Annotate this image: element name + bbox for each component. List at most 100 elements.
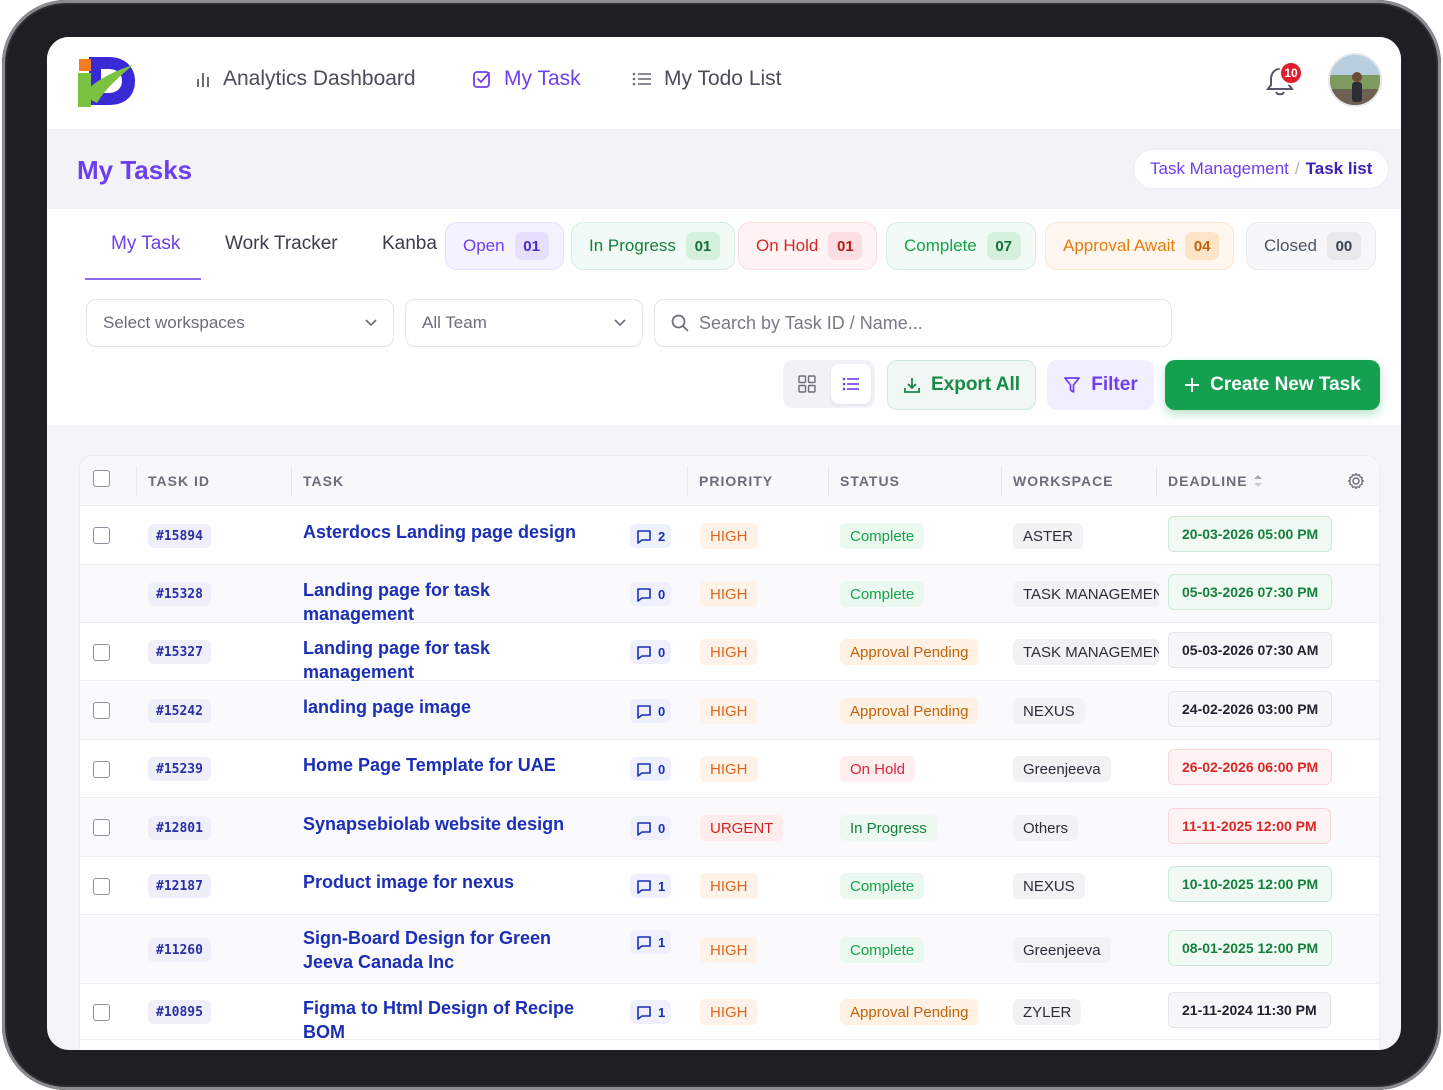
column-header-workspace[interactable]: WORKSPACE — [1013, 473, 1114, 489]
row-checkbox[interactable] — [93, 878, 110, 895]
column-divider — [136, 466, 137, 496]
sort-icon[interactable] — [1253, 474, 1263, 488]
task-name-link[interactable]: Landing page for task management — [303, 636, 603, 684]
task-id[interactable]: #12187 — [148, 874, 211, 898]
nav-label: My Todo List — [664, 67, 782, 90]
gear-icon[interactable] — [1347, 472, 1365, 490]
export-all-button[interactable]: Export All — [887, 360, 1036, 410]
task-name-link[interactable]: landing page image — [303, 695, 603, 719]
chip-label: Complete — [904, 236, 977, 255]
table-row[interactable]: #15239 Home Page Template for UAE 0 HIGH On… — [80, 740, 1379, 798]
breadcrumb-parent[interactable]: Task Management — [1150, 159, 1289, 179]
status-chip-closed[interactable]: Closed 00 — [1246, 222, 1376, 270]
task-id[interactable]: #10895 — [148, 1000, 211, 1024]
comment-icon — [637, 935, 651, 950]
deadline-badge: 11-11-2025 12:00 PM — [1168, 808, 1331, 844]
task-id[interactable]: #15328 — [148, 582, 211, 606]
table-row[interactable]: #12801 Synapsebiolab website design 0 URGE… — [80, 798, 1379, 857]
comment-count[interactable]: 0 — [630, 816, 672, 840]
deadline-badge: 10-10-2025 12:00 PM — [1168, 866, 1333, 902]
column-header-task[interactable]: TASK — [303, 473, 344, 489]
chip-label: On Hold — [756, 236, 819, 255]
column-header-task-id[interactable]: TASK ID — [148, 473, 210, 489]
tablet-frame: Analytics Dashboard My Task My Todo List… — [2, 0, 1441, 1090]
status-chip-approval-await[interactable]: Approval Await 04 — [1045, 222, 1235, 270]
task-id[interactable]: #15239 — [148, 757, 211, 781]
search-input[interactable]: Search by Task ID / Name... — [654, 299, 1172, 347]
app-logo[interactable] — [75, 51, 137, 111]
status-chip-complete[interactable]: Complete 07 — [886, 222, 1036, 270]
row-checkbox[interactable] — [93, 644, 110, 661]
status-badge: Approval Pending — [840, 639, 979, 665]
active-tab-indicator — [85, 278, 201, 280]
table-row[interactable]: #15242 landing page image 0 HIGH Approval P… — [80, 681, 1379, 740]
team-select[interactable]: All Team — [405, 299, 643, 347]
comment-count-value: 1 — [658, 878, 666, 894]
comment-count[interactable]: 0 — [630, 757, 672, 781]
avatar[interactable] — [1328, 53, 1382, 107]
create-new-task-button[interactable]: Create New Task — [1165, 360, 1380, 410]
comment-count[interactable]: 1 — [630, 1000, 672, 1024]
chip-count: 07 — [986, 232, 1021, 260]
list-view-button[interactable] — [831, 364, 871, 404]
nav-my-task[interactable]: My Task — [472, 67, 581, 91]
tab-my-task[interactable]: My Task — [111, 233, 180, 255]
comment-count[interactable]: 1 — [630, 930, 672, 954]
comment-count[interactable]: 0 — [630, 582, 672, 606]
row-checkbox[interactable] — [93, 702, 110, 719]
select-all-checkbox[interactable] — [93, 470, 110, 487]
grid-view-button[interactable] — [787, 364, 827, 404]
comment-count[interactable]: 1 — [630, 874, 672, 898]
column-header-priority[interactable]: PRIORITY — [699, 473, 773, 489]
nav-my-todo-list[interactable]: My Todo List — [632, 67, 782, 91]
comment-count[interactable]: 0 — [630, 699, 672, 723]
column-header-status[interactable]: STATUS — [840, 473, 900, 489]
table-row[interactable]: #10895 Figma to Html Design of Recipe BOM… — [80, 984, 1379, 1042]
comment-count-value: 0 — [658, 703, 666, 719]
priority-badge: HIGH — [700, 581, 758, 607]
download-icon — [904, 378, 920, 393]
table-row[interactable]: #11260 Sign-Board Design for Green Jeeva … — [80, 915, 1379, 984]
task-id[interactable]: #11260 — [148, 938, 211, 962]
column-header-deadline[interactable]: DEADLINE — [1168, 473, 1248, 489]
task-name-link[interactable]: Synapsebiolab website design — [303, 812, 603, 836]
page-header: My Tasks Task Management / Task list — [47, 129, 1401, 209]
task-name-link[interactable]: Product image for nexus — [303, 870, 603, 894]
task-name-link[interactable]: Figma to Html Design of Recipe BOM — [303, 996, 603, 1044]
status-chip-open[interactable]: Open 01 — [445, 222, 564, 270]
tab-kanban[interactable]: Kanba — [382, 233, 437, 255]
task-name-link[interactable]: Sign-Board Design for Green Jeeva Canada… — [303, 926, 603, 974]
task-name-link[interactable]: Home Page Template for UAE — [303, 753, 603, 777]
task-id[interactable]: #12801 — [148, 816, 211, 840]
table-row[interactable]: #12187 Product image for nexus 1 HIGH Compl… — [80, 857, 1379, 915]
status-badge: On Hold — [840, 756, 916, 782]
comment-count[interactable]: 0 — [630, 640, 672, 664]
tab-work-tracker[interactable]: Work Tracker — [225, 233, 338, 255]
comment-count[interactable]: 2 — [630, 524, 672, 548]
breadcrumb: Task Management / Task list — [1133, 149, 1390, 189]
chip-count: 01 — [828, 232, 863, 260]
row-checkbox[interactable] — [93, 1004, 110, 1021]
row-checkbox[interactable] — [93, 527, 110, 544]
column-divider — [291, 466, 292, 496]
table-row[interactable]: #15328 Landing page for task management 0… — [80, 565, 1379, 626]
task-id[interactable]: #15242 — [148, 699, 211, 723]
row-checkbox[interactable] — [93, 761, 110, 778]
chip-count: 04 — [1185, 232, 1220, 260]
task-id[interactable]: #15894 — [148, 524, 211, 548]
status-chip-on-hold[interactable]: On Hold 01 — [738, 222, 878, 270]
status-chip-in-progress[interactable]: In Progress 01 — [571, 222, 735, 270]
task-name-link[interactable]: Landing page for task management — [303, 578, 603, 626]
workspace-select[interactable]: Select workspaces — [86, 299, 394, 347]
task-id[interactable]: #15327 — [148, 640, 211, 664]
table-row[interactable]: #15327 Landing page for task management 0… — [80, 623, 1379, 684]
nav-analytics-dashboard[interactable]: Analytics Dashboard — [195, 67, 416, 91]
comment-icon — [637, 879, 651, 894]
filter-label: Filter — [1091, 374, 1138, 395]
workspace-select-value: Select workspaces — [103, 313, 245, 332]
filter-button[interactable]: Filter — [1047, 360, 1154, 410]
row-checkbox[interactable] — [93, 819, 110, 836]
task-name-link[interactable]: Asterdocs Landing page design — [303, 520, 603, 544]
workspace-badge: NEXUS — [1013, 873, 1085, 899]
table-row[interactable]: #15894 Asterdocs Landing page design 2 HIG… — [80, 506, 1379, 565]
